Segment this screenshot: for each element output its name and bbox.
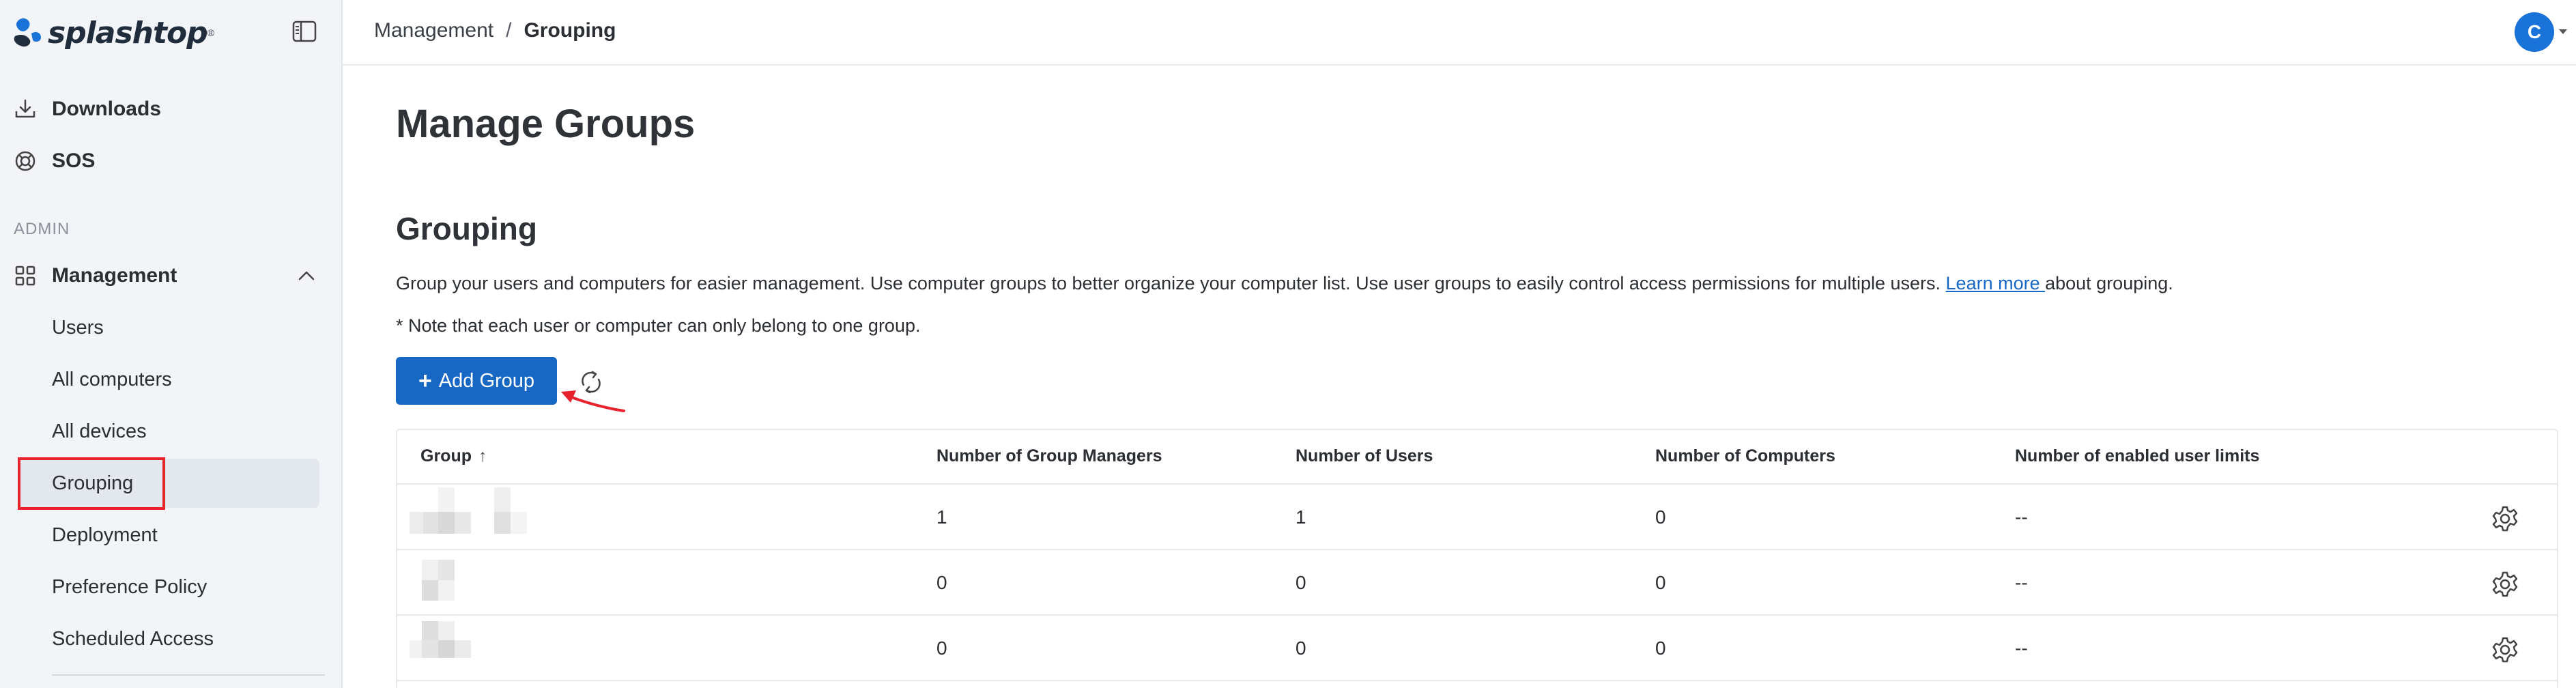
user-limits-count: --: [2015, 506, 2028, 528]
sidebar-item-management[interactable]: Management: [0, 252, 343, 300]
sidebar-item-deployment[interactable]: Deployment: [0, 511, 343, 559]
gear-icon[interactable]: [2491, 636, 2519, 663]
users-count: 1: [1296, 506, 1306, 528]
caret-down-icon[interactable]: [2558, 29, 2568, 35]
breadcrumb: Management / Grouping: [374, 19, 616, 42]
groups-table: Group ↑ Number of Group Managers Number o…: [396, 429, 2558, 688]
gear-icon[interactable]: [2491, 571, 2519, 598]
sidebar-item-label: All devices: [52, 420, 147, 442]
sidebar-item-sos[interactable]: SOS: [0, 137, 343, 185]
plus-icon: +: [418, 367, 432, 394]
group-managers-count: 0: [936, 572, 947, 593]
group-managers-count: 0: [936, 637, 947, 659]
sidebar-item-label: Downloads: [52, 98, 162, 120]
grouping-note: * Note that each user or computer can on…: [396, 315, 921, 336]
sidebar: splashtop ® Downloads SOS ADMIN Manageme…: [0, 0, 343, 688]
column-header-group[interactable]: Group ↑: [420, 446, 487, 466]
top-header: Management / Grouping C: [343, 0, 2576, 66]
group-name-redacted: [410, 485, 546, 550]
add-group-button[interactable]: + Add Group: [396, 357, 557, 405]
sos-icon: [15, 151, 35, 171]
add-group-label: Add Group: [438, 369, 535, 392]
computers-count: 0: [1655, 506, 1666, 528]
table-row[interactable]: 1 1 0 --: [397, 485, 2557, 550]
table-row[interactable]: 0 0 0 --: [397, 616, 2557, 681]
annotation-highlight-box: [18, 457, 165, 510]
sidebar-item-label: Management: [52, 264, 177, 287]
computers-count: 0: [1655, 637, 1666, 659]
grouping-description: Group your users and computers for easie…: [396, 273, 2173, 294]
table-header: Group ↑ Number of Group Managers Number o…: [397, 430, 2557, 485]
column-header-group-managers: Number of Group Managers: [936, 446, 1162, 465]
column-header-users: Number of Users: [1296, 446, 1433, 465]
sidebar-divider: [52, 674, 325, 676]
sidebar-section-admin: ADMIN: [14, 220, 70, 238]
breadcrumb-current: Grouping: [524, 19, 616, 42]
column-header-user-limits: Number of enabled user limits: [2015, 446, 2260, 465]
sidebar-item-label: Users: [52, 316, 104, 339]
group-managers-count: 1: [936, 506, 947, 528]
sidebar-item-all-devices[interactable]: All devices: [0, 407, 343, 455]
sidebar-toggle-icon: [292, 20, 317, 42]
sidebar-item-preference-policy[interactable]: Preference Policy: [0, 563, 343, 611]
annotation-arrow-icon: [561, 390, 625, 412]
user-avatar[interactable]: C: [2515, 12, 2554, 52]
sidebar-item-label: Preference Policy: [52, 575, 207, 598]
grid-icon: [15, 266, 35, 286]
sidebar-item-scheduled-access[interactable]: Scheduled Access: [0, 615, 343, 663]
sidebar-item-downloads[interactable]: Downloads: [0, 85, 343, 133]
breadcrumb-parent[interactable]: Management: [374, 19, 493, 42]
brand-name: splashtop: [48, 15, 208, 51]
page-title: Manage Groups: [396, 102, 696, 146]
sidebar-item-label: All computers: [52, 368, 172, 390]
table-row[interactable]: 0 0 0 --: [397, 550, 2557, 616]
column-header-computers: Number of Computers: [1655, 446, 1835, 465]
splashtop-logo-icon: [14, 18, 41, 47]
user-limits-count: --: [2015, 637, 2028, 659]
sidebar-collapse-button[interactable]: [292, 20, 317, 42]
learn-more-link[interactable]: Learn more: [1946, 273, 2046, 293]
gear-icon[interactable]: [2491, 505, 2519, 532]
brand-trademark: ®: [207, 27, 215, 38]
sort-ascending-icon: ↑: [478, 446, 487, 465]
sidebar-item-users[interactable]: Users: [0, 304, 343, 352]
download-icon: [15, 99, 35, 118]
description-text: Group your users and computers for easie…: [396, 273, 1946, 293]
sidebar-item-label: SOS: [52, 149, 96, 172]
breadcrumb-separator: /: [506, 19, 512, 42]
group-name-redacted: [410, 550, 546, 616]
description-text-end: about grouping.: [2045, 273, 2173, 293]
sidebar-item-all-computers[interactable]: All computers: [0, 356, 343, 403]
chevron-up-icon[interactable]: [296, 268, 317, 284]
users-count: 0: [1296, 637, 1306, 659]
splashtop-logo[interactable]: splashtop ®: [10, 14, 214, 52]
section-title: Grouping: [396, 211, 537, 246]
user-limits-count: --: [2015, 572, 2028, 593]
sidebar-item-label: Scheduled Access: [52, 627, 214, 650]
users-count: 0: [1296, 572, 1306, 593]
column-header-label: Group: [420, 446, 472, 465]
computers-count: 0: [1655, 572, 1666, 593]
sidebar-item-label: Deployment: [52, 524, 158, 546]
group-name-redacted: [410, 616, 546, 681]
